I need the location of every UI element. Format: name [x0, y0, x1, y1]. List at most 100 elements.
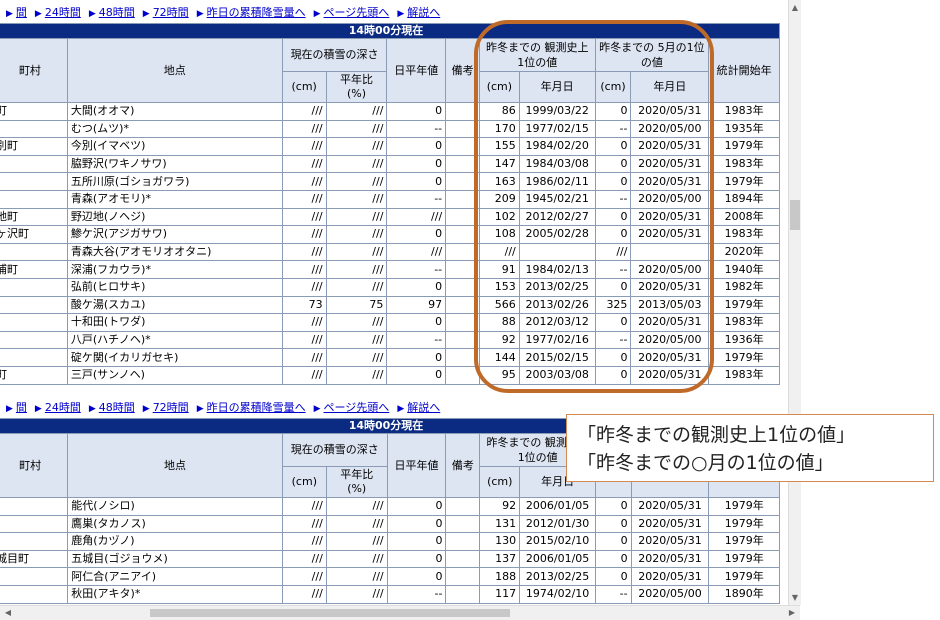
nav-link[interactable]: 24時間 — [45, 6, 81, 19]
scroll-thumb[interactable] — [790, 200, 800, 230]
scroll-down-icon[interactable]: ▼ — [789, 592, 801, 604]
header-current-depth: 現在の積雪の深さ — [281, 38, 388, 72]
nav-link[interactable]: 解説へ — [407, 6, 440, 19]
cell-normal: /// — [386, 207, 447, 227]
cell-month-date: 2020/05/31 — [630, 514, 710, 534]
nav-link[interactable]: ページ先頭へ — [324, 401, 390, 414]
cell-normal: 0 — [386, 137, 447, 156]
cell-point: 十和田(トワダ) — [66, 313, 283, 332]
cell-month: 0 — [594, 348, 632, 367]
header-remarks: 備考 — [445, 433, 481, 498]
table-row: 阿仁合(アニアイ)//////0 188 2013/02/25 0 2020/05/31… — [0, 567, 780, 586]
scroll-up-icon[interactable]: ▲ — [789, 2, 801, 14]
cell-depth: /// — [281, 497, 327, 516]
cell-normal: 0 — [386, 514, 447, 534]
cell-town: 町 — [0, 365, 68, 385]
cell-start-year: 2008年 — [708, 207, 780, 227]
nav-link[interactable]: 72時間 — [153, 6, 189, 19]
nav-link[interactable]: 間 — [16, 401, 27, 414]
table-row: 青森(アオモリ)*//////-- 209 1945/02/21 -- 2020/05/… — [0, 189, 780, 209]
table-row: 八戸(ハチノヘ)*//////-- 92 1977/02/16 -- 2020/05/0… — [0, 330, 780, 350]
cell-ratio: 75 — [325, 295, 388, 315]
scroll-left-icon[interactable]: ◀ — [2, 606, 14, 620]
cell-remark — [445, 348, 480, 367]
nav-arrow-icon: ▶ — [313, 404, 321, 414]
cell-ratio: /// — [325, 348, 388, 367]
cell-record-date: 2015/02/10 — [519, 532, 597, 551]
cell-month-date: 2020/05/31 — [630, 567, 710, 586]
cell-month-date: 2020/05/31 — [630, 277, 710, 297]
cell-month-date: 2020/05/31 — [630, 154, 710, 174]
cell-month: 0 — [594, 277, 632, 297]
scroll-right-icon[interactable]: ▶ — [786, 606, 798, 620]
cell-month: 0 — [594, 172, 632, 191]
cell-record-date: 2006/01/05 — [519, 497, 597, 516]
cell-depth: /// — [281, 348, 327, 367]
cell-point: 酸ケ湯(スカユ) — [66, 295, 283, 315]
time-banner: 14時00分現在 — [0, 23, 780, 39]
cell-month: 0 — [594, 313, 632, 332]
table-row: 地町野辺地(ノヘジ)/////////1022012/02/2702020/05… — [0, 207, 780, 227]
cell-start-year: 1983年 — [708, 154, 780, 174]
cell-town — [0, 154, 68, 174]
cell-record: 102 — [479, 207, 520, 227]
cell-record-date: 2005/02/28 — [518, 225, 596, 244]
cell-record-date: 2013/02/25 — [518, 277, 596, 297]
cell-start-year: 1979年 — [708, 172, 780, 191]
cell-start-year: 1979年 — [708, 348, 780, 367]
nav-link[interactable]: 昨日の累積降雪量へ — [207, 6, 306, 19]
cell-month-date: 2020/05/31 — [630, 207, 710, 227]
header-point: 地点 — [67, 433, 283, 498]
cell-month: 0 — [594, 154, 632, 174]
cell-record-date: 2003/03/08 — [518, 365, 596, 385]
cell-town — [0, 189, 68, 209]
cell-town — [0, 119, 68, 139]
nav-link[interactable]: 48時間 — [99, 401, 135, 414]
cell-remark — [445, 119, 480, 139]
nav-link[interactable]: 48時間 — [99, 6, 135, 19]
nav-link[interactable]: 72時間 — [153, 401, 189, 414]
cell-record-date: 2013/02/25 — [519, 567, 597, 586]
cell-depth: /// — [281, 260, 327, 279]
nav-link[interactable]: ページ先頭へ — [324, 6, 390, 19]
cell-record: 117 — [479, 584, 521, 604]
nav-link[interactable]: 昨日の累積降雪量へ — [207, 401, 306, 414]
scroll-thumb-horizontal[interactable] — [150, 609, 510, 617]
nav-arrow-icon: ▶ — [196, 9, 204, 19]
cell-record: 163 — [479, 172, 520, 191]
vertical-scrollbar[interactable]: ▲ ▼ — [788, 0, 801, 605]
table-row: 鷹巣(タカノス)//////0 131 2012/01/30 0 2020/05/31 1… — [0, 514, 780, 534]
cell-town: ヶ沢町 — [0, 225, 68, 244]
cell-ratio: /// — [325, 365, 388, 385]
table-row: 碇ケ関(イカリガセキ)//////0 144 2015/02/15 0 2020/05/… — [0, 348, 780, 367]
cell-month-date: 2020/05/31 — [630, 532, 710, 551]
cell-remark — [445, 277, 480, 297]
cell-town: 町 — [0, 102, 68, 121]
browser-viewport: ▶ 間 ▶ 24時間 ▶ 48時間 ▶ 72時間 ▶ 昨日の累積降雪量へ ▶ ページ先頭へ ▶ 解説へ 1… — [0, 0, 788, 605]
cell-depth: /// — [281, 102, 327, 121]
cell-point: 鷹巣(タカノス) — [67, 514, 283, 534]
nav-link[interactable]: 24時間 — [45, 401, 81, 414]
nav-link[interactable]: 解説へ — [407, 401, 440, 414]
header-daily-normal: 日平年値 — [386, 38, 447, 103]
cell-record: 91 — [479, 260, 520, 279]
cell-record-date: 1984/02/20 — [518, 137, 596, 156]
nav-arrow-icon: ▶ — [88, 404, 96, 414]
cell-normal: /// — [386, 242, 447, 262]
table-row: 五所川原(ゴショガワラ)//////0 163 1986/02/11 0 2020/05… — [0, 172, 780, 191]
cell-normal: 0 — [386, 348, 447, 367]
cell-month-date: 2020/05/00 — [630, 189, 710, 209]
cell-record-date: 2012/02/27 — [518, 207, 596, 227]
cell-normal: -- — [386, 330, 447, 350]
cell-month: 0 — [594, 102, 632, 121]
cell-point: むつ(ムツ)* — [66, 119, 283, 139]
cell-remark — [445, 514, 481, 534]
nav-arrow-icon: ▶ — [34, 404, 42, 414]
cell-month: -- — [594, 330, 632, 350]
horizontal-scrollbar[interactable]: ◀ ▶ — [0, 605, 800, 620]
nav-link[interactable]: 間 — [16, 6, 27, 19]
cell-record: 88 — [479, 313, 520, 332]
cell-point: 野辺地(ノヘジ) — [66, 207, 283, 227]
nav-arrow-icon: ▶ — [142, 9, 150, 19]
cell-record-date: 2015/02/15 — [518, 348, 596, 367]
